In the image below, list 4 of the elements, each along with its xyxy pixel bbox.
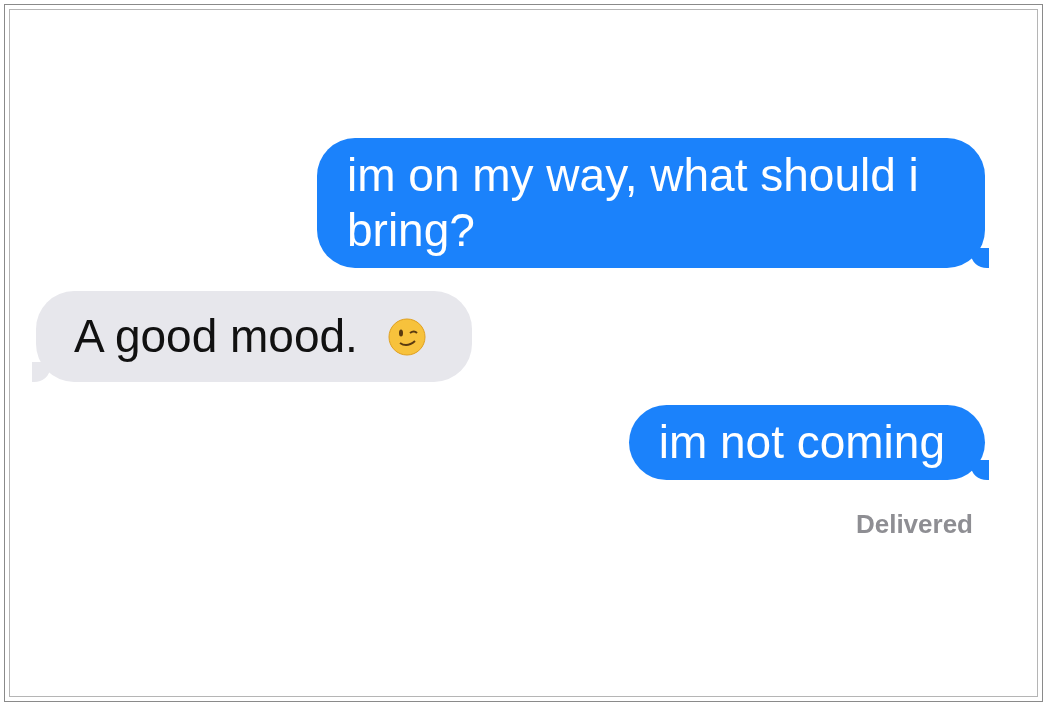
message-text: im on my way, what should i bring? [347,148,920,258]
message-text: im not coming [658,415,945,470]
delivery-status: Delivered [855,509,973,540]
message-text: A good mood. [74,309,358,364]
